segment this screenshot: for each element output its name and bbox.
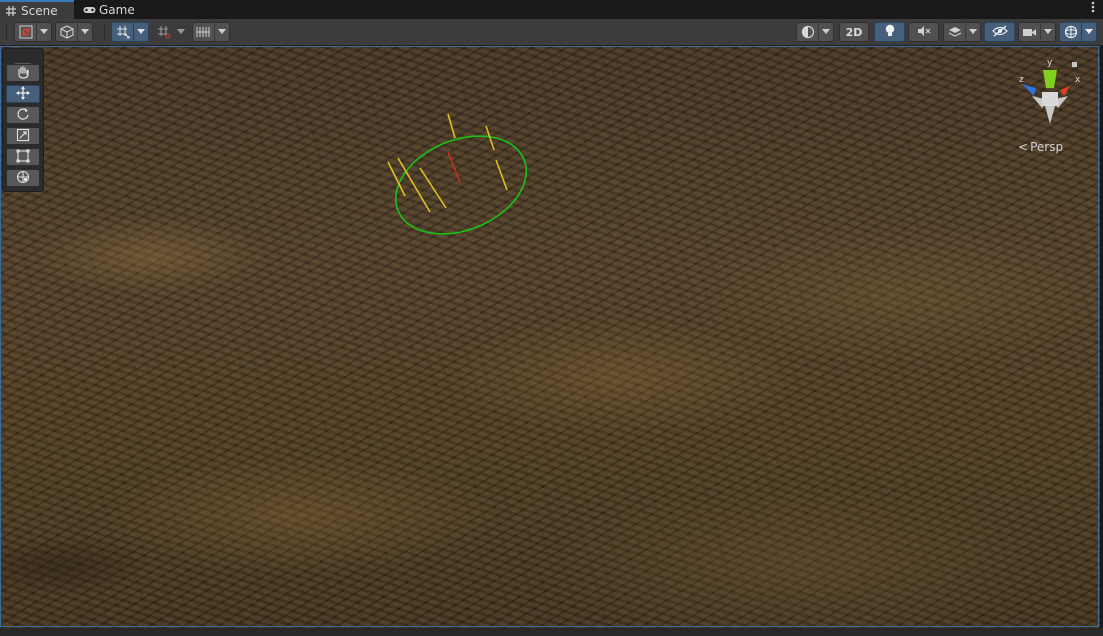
audio-muted-icon [917, 23, 931, 42]
svg-text:x: x [1075, 75, 1081, 85]
hand-icon [16, 64, 30, 83]
rotate-icon [16, 106, 30, 125]
hand-tool[interactable] [6, 64, 40, 82]
shading-sphere-icon [797, 23, 818, 41]
toolbar-separator [6, 24, 7, 40]
kebab-menu-icon[interactable] [1091, 1, 1095, 17]
gamepad-icon [83, 4, 96, 16]
lightbulb-icon [884, 23, 896, 42]
toolbar-separator [104, 24, 105, 40]
gizmos-dropdown[interactable] [1059, 22, 1097, 42]
chevron-left-icon: < [1018, 140, 1029, 154]
gizmos-sphere-icon [1060, 23, 1081, 41]
grid-snap-toggle[interactable] [111, 22, 149, 42]
scene-view-dropdown[interactable] [55, 22, 93, 42]
draw-mode-dropdown[interactable] [14, 22, 52, 42]
grip-icon[interactable] [15, 53, 31, 68]
orientation-gizmo[interactable]: y z x [1012, 56, 1088, 126]
grid-visibility-icon [193, 23, 214, 41]
lighting-toggle[interactable] [874, 22, 905, 42]
tab-bar: Scene Game [0, 0, 1103, 20]
chevron-down-icon [1081, 23, 1096, 41]
rotate-tool[interactable] [6, 106, 40, 124]
scene-toolbar: 2D [0, 19, 1103, 46]
audio-toggle[interactable] [908, 22, 939, 42]
chevron-down-icon [133, 23, 148, 41]
chevron-down-icon [214, 23, 229, 41]
move-arrows-icon [16, 85, 30, 104]
chevron-down-icon [36, 23, 51, 41]
tab-scene[interactable]: Scene [0, 0, 74, 19]
effects-layers-icon [944, 23, 965, 41]
projection-label: Persp [1030, 140, 1064, 154]
transform-tool[interactable] [6, 169, 40, 187]
grid-visibility-dropdown[interactable] [192, 22, 230, 42]
increment-snap-dropdown[interactable] [153, 22, 189, 42]
mode-2d-button[interactable]: 2D [839, 22, 869, 42]
svg-text:z: z [1019, 75, 1024, 85]
chevron-down-icon [175, 23, 188, 41]
grid-snap-icon [112, 23, 133, 41]
svg-text:y: y [1047, 58, 1053, 68]
shading-mode-dropdown[interactable] [796, 22, 834, 42]
move-tool[interactable] [6, 85, 40, 103]
axis-gizmo-icon: y z x [1019, 58, 1081, 124]
projection-toggle[interactable]: < Persp [1018, 140, 1063, 154]
effects-dropdown[interactable] [943, 22, 981, 42]
tab-scene-label: Scene [21, 3, 58, 18]
chevron-down-icon [1040, 23, 1055, 41]
window-bottom-edge [0, 628, 1103, 636]
increment-snap-icon [154, 23, 175, 41]
hidden-eye-icon [991, 23, 1008, 42]
chevron-down-icon [77, 23, 92, 41]
rect-transform-icon [16, 148, 30, 167]
cube-icon [56, 23, 77, 41]
scene-visibility-toggle[interactable] [984, 22, 1015, 42]
chevron-down-icon [818, 23, 833, 41]
transform-all-icon [16, 169, 30, 188]
tab-game-label: Game [99, 2, 135, 17]
tab-game[interactable]: Game [78, 0, 148, 19]
mode-2d-label: 2D [845, 25, 863, 39]
scene-viewport[interactable] [0, 46, 1100, 628]
tool-palette [2, 48, 44, 192]
scale-tool[interactable] [6, 127, 40, 145]
hash-grid-icon [5, 5, 17, 17]
rect-tool[interactable] [6, 148, 40, 166]
camera-dropdown[interactable] [1018, 22, 1056, 42]
camera-icon [1019, 23, 1040, 41]
draw-mode-icon [15, 23, 36, 41]
chevron-down-icon [965, 23, 980, 41]
scale-icon [16, 127, 30, 146]
